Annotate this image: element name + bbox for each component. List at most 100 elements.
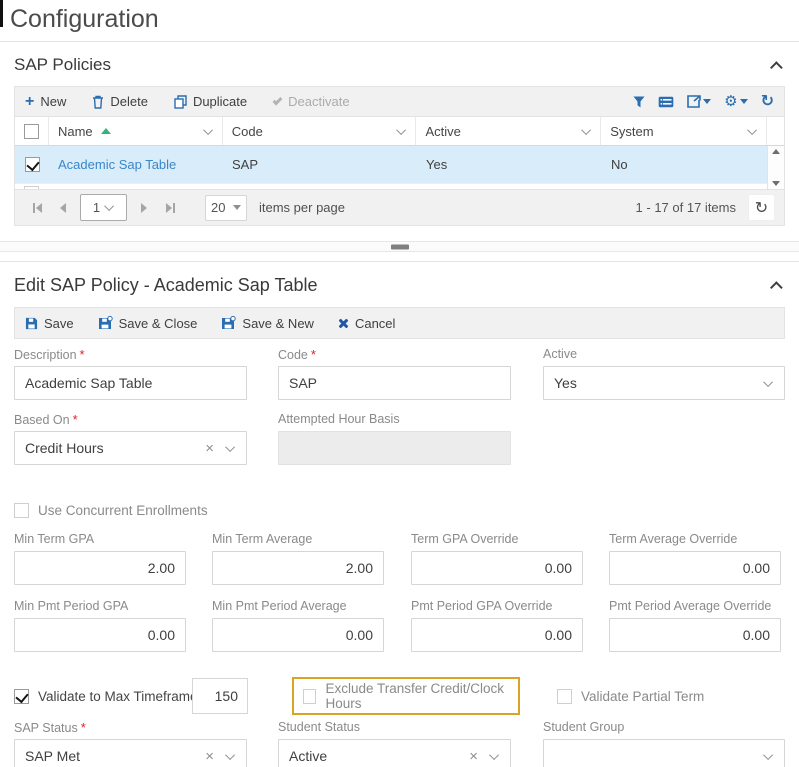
- term-gpa-override-field[interactable]: [411, 551, 583, 585]
- chevron-down-icon: [104, 201, 114, 211]
- edit-toolbar: Save Save & Close Save & New Cancel: [14, 307, 785, 339]
- next-page-button[interactable]: [131, 195, 157, 220]
- student-status-label: Student Status: [278, 720, 511, 736]
- pmt-period-average-override-label: Pmt Period Average Override: [609, 599, 781, 615]
- save-icon: [25, 317, 38, 330]
- exclude-transfer-checkbox[interactable]: [303, 689, 316, 704]
- student-group-label: Student Group: [543, 720, 785, 736]
- chevron-down-icon: [225, 750, 235, 760]
- active-select[interactable]: Yes: [543, 366, 785, 400]
- grid-header-row: Name Code Active System: [15, 117, 784, 146]
- plus-icon: +: [25, 94, 34, 110]
- column-header-code[interactable]: Code: [223, 117, 417, 145]
- vertical-scrollbar[interactable]: [767, 146, 784, 189]
- collapse-panel-icon[interactable]: [770, 281, 783, 294]
- clear-icon[interactable]: ×: [205, 749, 214, 764]
- edit-panel-title: Edit SAP Policy - Academic Sap Table: [14, 275, 318, 296]
- refresh-button[interactable]: ↻: [748, 194, 775, 221]
- validate-max-timeframe-checkbox[interactable]: [14, 689, 29, 704]
- filter-icon[interactable]: [633, 96, 645, 108]
- new-button[interactable]: + New: [25, 94, 66, 110]
- chevron-down-icon: [763, 377, 773, 387]
- description-label: Description: [14, 348, 77, 362]
- code-label: Code: [278, 348, 308, 362]
- collapse-panel-icon[interactable]: [770, 61, 783, 74]
- validate-partial-term-checkbox[interactable]: [557, 689, 572, 704]
- policy-name-link[interactable]: Academic Sap Table: [58, 157, 176, 172]
- grid-pager: 1 20 items per page 1 - 17 of 17 items ↻: [14, 189, 785, 226]
- panel-splitter[interactable]: [0, 241, 799, 252]
- use-concurrent-enrollments-checkbox[interactable]: Use Concurrent Enrollments: [14, 503, 208, 518]
- pmt-period-average-override-field[interactable]: [609, 618, 781, 652]
- column-header-system[interactable]: System: [601, 117, 767, 145]
- column-header-name[interactable]: Name: [49, 117, 223, 145]
- grid-toolbar: + New Delete Duplicate Deactivate: [14, 86, 785, 117]
- page-size-select[interactable]: 20: [205, 195, 247, 221]
- validate-max-timeframe-group: Validate to Max Timeframe Of (%): [14, 677, 248, 715]
- min-pmt-period-average-field[interactable]: [212, 618, 384, 652]
- cancel-button[interactable]: Cancel: [338, 316, 395, 331]
- previous-page-button[interactable]: [50, 195, 76, 220]
- column-header-active[interactable]: Active: [416, 117, 601, 145]
- check-icon: [273, 95, 283, 105]
- delete-button[interactable]: Delete: [92, 94, 148, 109]
- sap-status-label: SAP Status: [14, 721, 78, 735]
- refresh-icon: ↻: [755, 198, 768, 218]
- splitter-handle-icon[interactable]: [391, 244, 409, 249]
- refresh-icon[interactable]: ↻: [761, 94, 774, 110]
- based-on-combo[interactable]: Credit Hours ×: [14, 431, 247, 465]
- column-menu-icon[interactable]: [658, 96, 674, 108]
- pmt-period-gpa-override-field[interactable]: [411, 618, 583, 652]
- description-field[interactable]: [14, 366, 247, 400]
- table-row[interactable]: Academic Sap Table SAP Yes No: [15, 146, 784, 183]
- select-all-checkbox[interactable]: [24, 124, 39, 139]
- sort-ascending-icon: [101, 128, 111, 134]
- save-button[interactable]: Save: [25, 316, 74, 331]
- based-on-label: Based On: [14, 413, 70, 427]
- settings-icon[interactable]: ⚙: [724, 94, 747, 109]
- items-per-page-label: items per page: [259, 200, 345, 215]
- sap-status-combo[interactable]: SAP Met ×: [14, 739, 247, 767]
- trash-icon: [92, 95, 104, 109]
- deactivate-button[interactable]: Deactivate: [273, 94, 349, 109]
- max-timeframe-percent-field[interactable]: [192, 678, 248, 714]
- page-header: Configuration: [0, 0, 799, 42]
- chevron-down-icon: [763, 750, 773, 760]
- pager-range-text: 1 - 17 of 17 items: [636, 200, 736, 215]
- column-menu-chevron-icon[interactable]: [581, 125, 591, 135]
- min-term-gpa-field[interactable]: [14, 551, 186, 585]
- checkbox-icon[interactable]: [14, 503, 29, 518]
- min-pmt-period-gpa-field[interactable]: [14, 618, 186, 652]
- column-menu-chevron-icon[interactable]: [397, 125, 407, 135]
- clear-icon[interactable]: ×: [205, 441, 214, 456]
- clear-icon[interactable]: ×: [469, 749, 478, 764]
- page-title: Configuration: [10, 5, 799, 34]
- code-field[interactable]: [278, 366, 511, 400]
- required-marker: *: [81, 720, 86, 735]
- min-term-average-field[interactable]: [212, 551, 384, 585]
- cursor-artifact: [0, 0, 3, 27]
- row-checkbox[interactable]: [25, 157, 40, 172]
- page-select[interactable]: 1: [80, 194, 127, 221]
- scroll-up-icon[interactable]: [772, 149, 780, 154]
- copy-icon: [174, 95, 187, 109]
- save-and-close-button[interactable]: Save & Close: [98, 316, 198, 331]
- save-new-icon: [221, 316, 236, 330]
- term-average-override-field[interactable]: [609, 551, 781, 585]
- first-page-button[interactable]: [24, 195, 50, 220]
- chevron-down-icon: [740, 99, 748, 104]
- save-and-new-button[interactable]: Save & New: [221, 316, 314, 331]
- last-page-button[interactable]: [157, 195, 183, 220]
- sap-policies-panel: SAP Policies + New Delete Duplicate: [0, 42, 799, 226]
- column-menu-chevron-icon[interactable]: [203, 125, 213, 135]
- student-status-combo[interactable]: Active ×: [278, 739, 511, 767]
- duplicate-button[interactable]: Duplicate: [174, 94, 247, 109]
- scroll-down-icon[interactable]: [772, 181, 780, 186]
- column-menu-chevron-icon[interactable]: [747, 125, 757, 135]
- export-icon[interactable]: [687, 95, 711, 108]
- clipped-next-row: [15, 183, 784, 189]
- student-group-select[interactable]: [543, 739, 785, 767]
- chevron-down-icon: [703, 99, 711, 104]
- min-pmt-period-average-label: Min Pmt Period Average: [212, 599, 384, 615]
- attempted-hour-basis-field: [278, 431, 511, 465]
